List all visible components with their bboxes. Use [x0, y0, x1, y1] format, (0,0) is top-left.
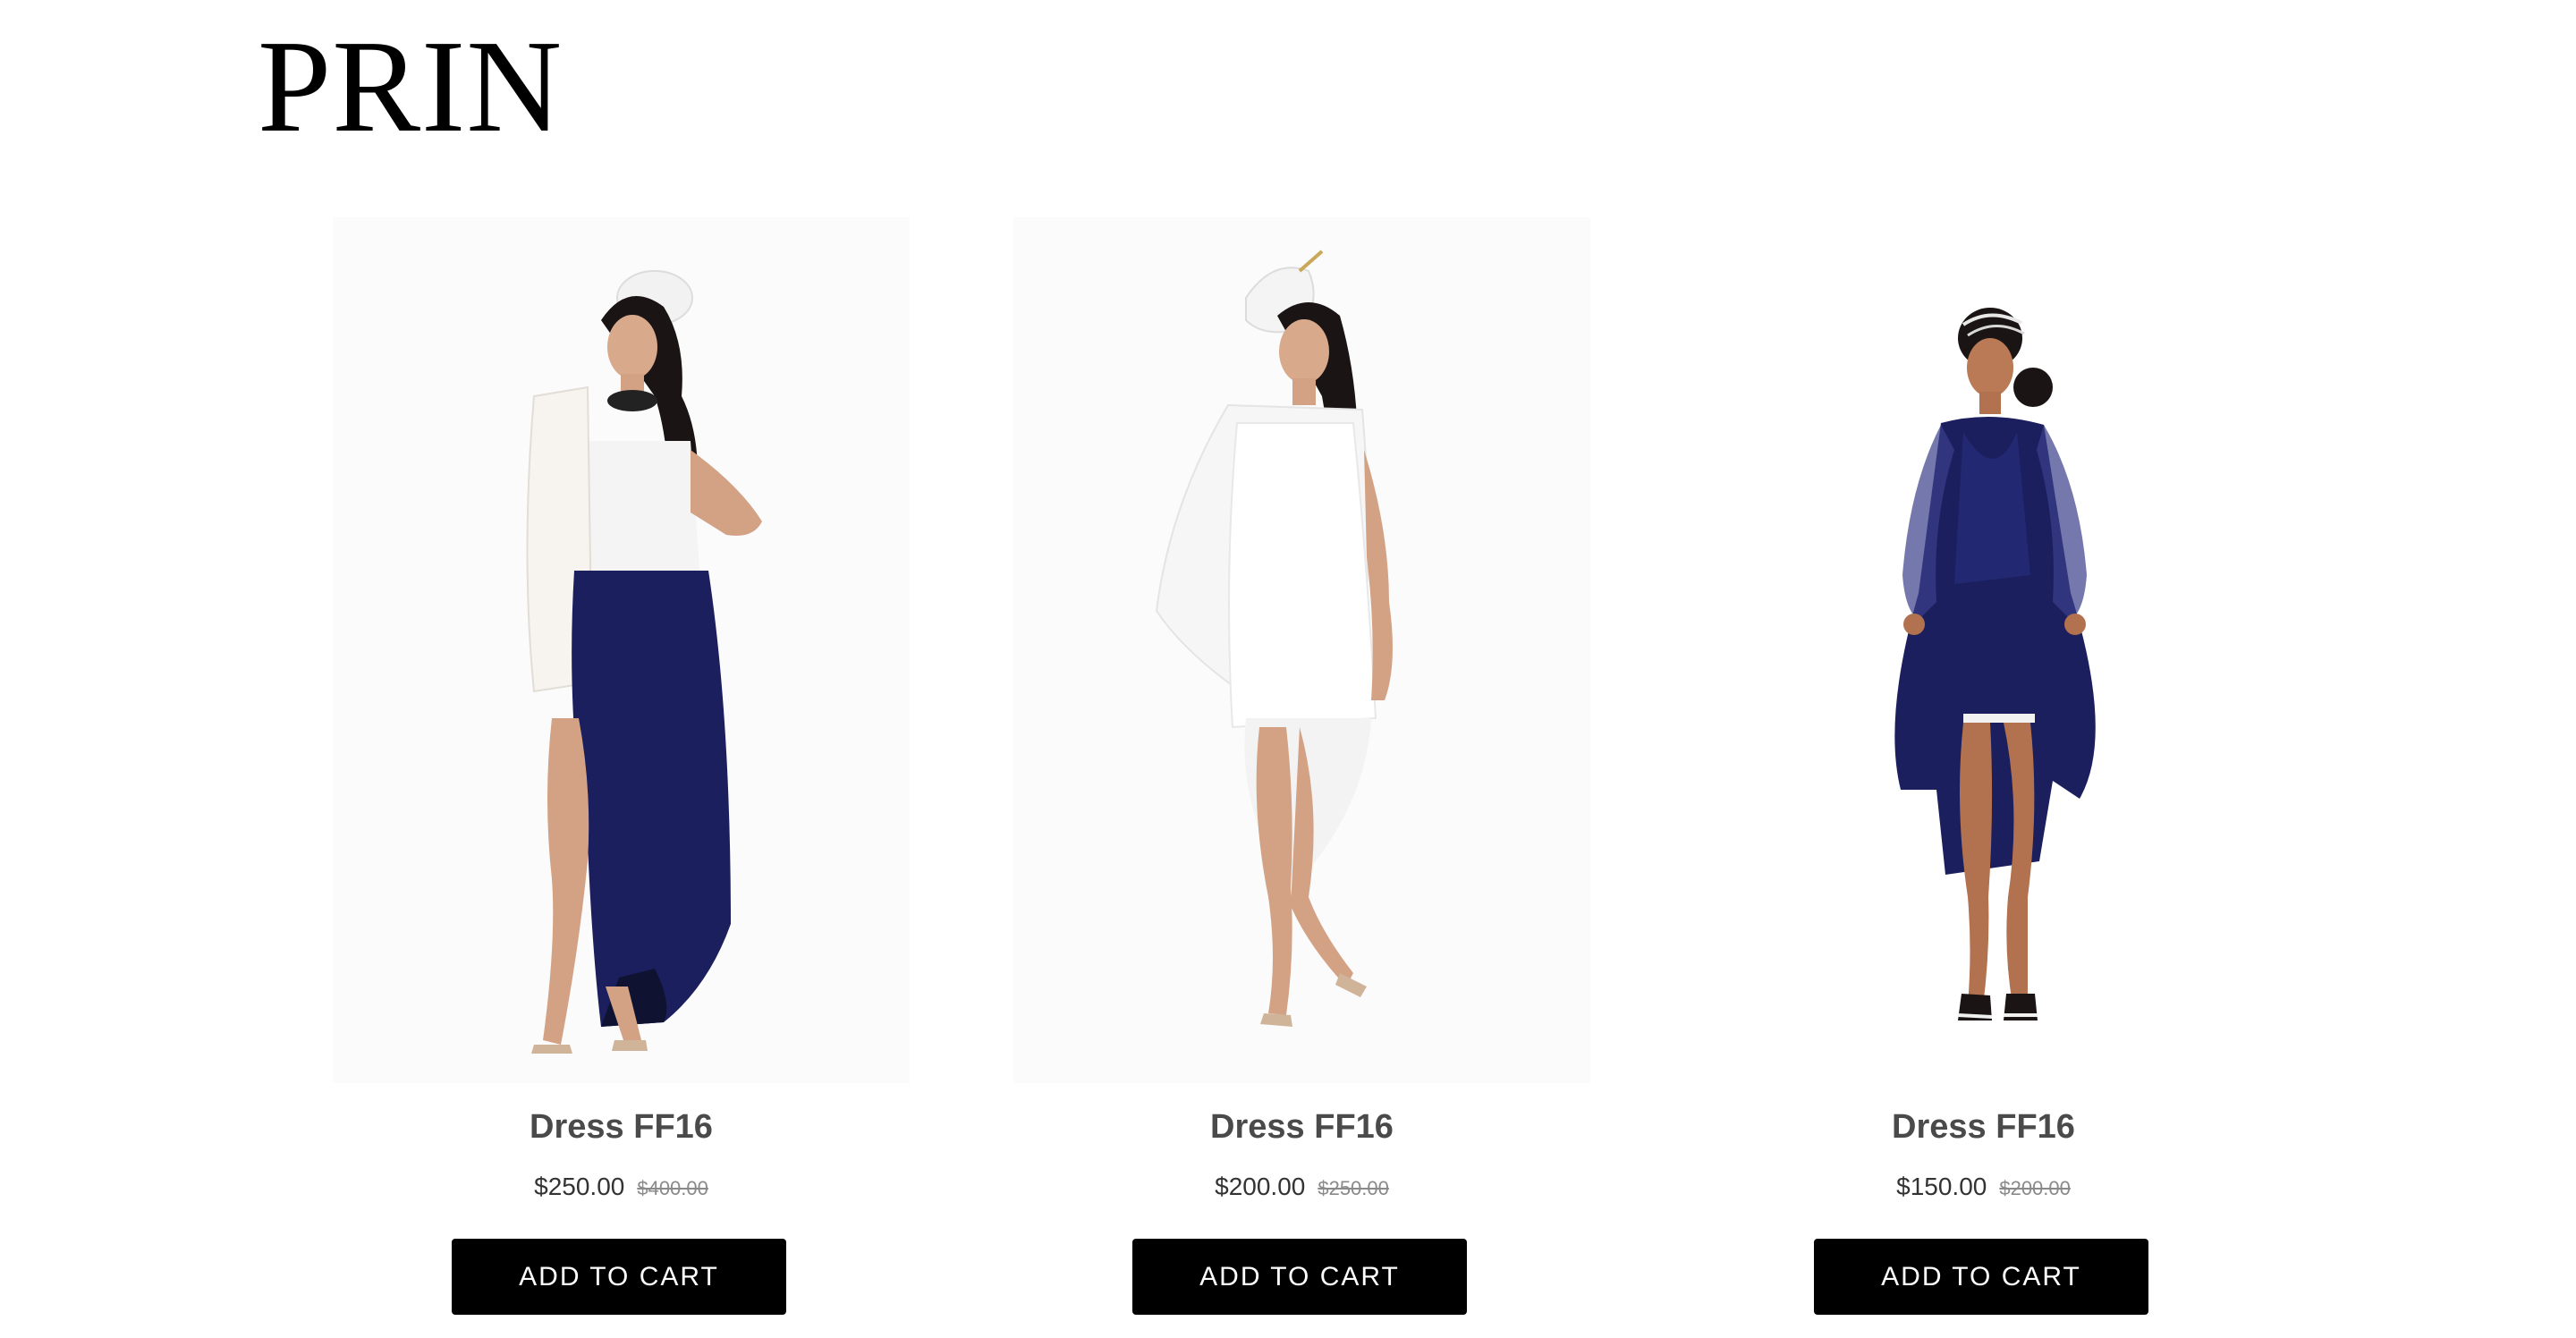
sale-price: $200.00 — [1215, 1173, 1306, 1200]
product-title[interactable]: Dress FF16 — [1695, 1107, 2272, 1147]
add-to-cart-button[interactable]: ADD TO CART — [452, 1239, 786, 1315]
product-card: Dress FF16 $250.00 $400.00 ADD TO CART — [333, 217, 910, 1315]
product-image[interactable] — [1013, 217, 1590, 1083]
sale-price: $150.00 — [1896, 1173, 1987, 1200]
compare-at-price: $400.00 — [637, 1177, 708, 1199]
sale-price: $250.00 — [534, 1173, 625, 1200]
product-image[interactable] — [333, 217, 910, 1083]
add-to-cart-button[interactable]: ADD TO CART — [1132, 1239, 1467, 1315]
product-image[interactable] — [1695, 217, 2272, 1083]
product-card: Dress FF16 $150.00 $200.00 ADD TO CART — [1695, 217, 2272, 1315]
add-to-cart-button[interactable]: ADD TO CART — [1814, 1239, 2148, 1315]
model-illustration — [526, 270, 762, 1054]
product-card: Dress FF16 $200.00 $250.00 ADD TO CART — [1013, 217, 1590, 1315]
product-title[interactable]: Dress FF16 — [1013, 1107, 1590, 1147]
model-illustration — [1155, 250, 1393, 1027]
product-title[interactable]: Dress FF16 — [333, 1107, 910, 1147]
product-price: $250.00 $400.00 — [333, 1171, 910, 1207]
compare-at-price: $250.00 — [1318, 1177, 1389, 1199]
brand-logo[interactable]: PRIN — [258, 20, 563, 154]
product-price: $150.00 $200.00 — [1695, 1171, 2272, 1207]
product-price: $200.00 $250.00 — [1013, 1171, 1590, 1207]
compare-at-price: $200.00 — [1999, 1177, 2071, 1199]
model-illustration — [1894, 308, 2096, 1020]
